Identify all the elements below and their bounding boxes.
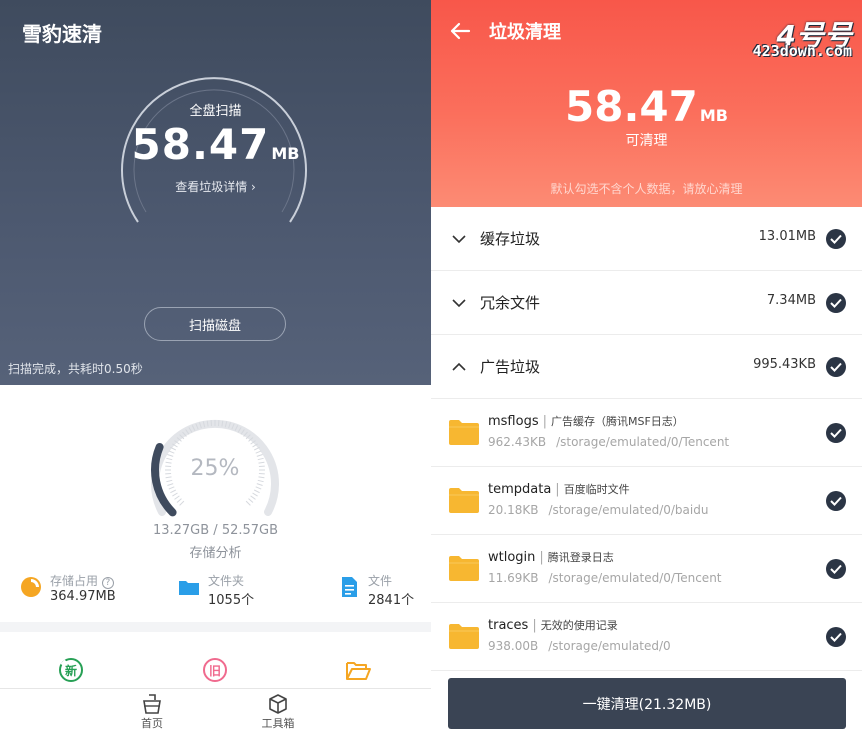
back-arrow-icon[interactable]: [449, 20, 471, 42]
item-meta: 962.43KB/storage/emulated/0/Tencent: [488, 435, 730, 449]
storage-usage: 13.27GB / 52.57GB: [152, 523, 279, 538]
gauge-tick: [245, 500, 251, 506]
scan-header: 雪豹速清 全盘扫描 58.47 MB 查看垃圾详情 › 扫描磁盘 扫描完成，共耗时…: [0, 0, 431, 385]
chevron-up-icon: [452, 362, 466, 371]
item-meta: 20.18KB/storage/emulated/0/baidu: [488, 503, 709, 517]
category-size: 13.01MB: [758, 229, 816, 244]
folder-icon: [449, 624, 479, 649]
stat-value: 2841个: [368, 593, 415, 608]
gauge-tick: [252, 492, 258, 497]
gauge-tick: [168, 450, 175, 454]
scan-label: 全盘扫描: [189, 104, 242, 119]
item-meta: 11.69KB/storage/emulated/0/Tencent: [488, 571, 722, 585]
list-item[interactable]: wtlogin | 腾讯登录日志 11.69KB/storage/emulated/…: [431, 535, 862, 603]
list-item[interactable]: traces | 无效的使用记录 938.00B/storage/emulated/…: [431, 603, 862, 671]
folder-icon: [449, 556, 479, 581]
nav-home[interactable]: 首页: [122, 693, 182, 729]
category-name: 缓存垃圾: [480, 230, 541, 248]
gauge-tick: [255, 486, 262, 490]
cube-icon: [269, 694, 287, 714]
app-title: 雪豹速清: [22, 22, 102, 46]
stat-value: 1055个: [208, 593, 255, 608]
open-folder-icon[interactable]: [344, 656, 372, 684]
category-size: 995.43KB: [753, 357, 816, 372]
gauge-tick: [256, 483, 263, 486]
junk-header: 垃圾清理 4号号 423down.com 58.47 MB 可清理 默认勾选不含个…: [431, 0, 862, 207]
folder-icon: [449, 420, 479, 445]
gauge-tick: [172, 492, 178, 497]
nav-label: 工具箱: [261, 717, 295, 729]
list-item[interactable]: tempdata | 百度临时文件 20.18KB/storage/emulated…: [431, 467, 862, 535]
bottom-nav: 首页 工具箱: [0, 688, 431, 729]
category-cache-junk[interactable]: 缓存垃圾 13.01MB: [431, 207, 862, 271]
checkbox-checked[interactable]: [826, 559, 846, 579]
stat-label: 文件夹: [208, 574, 245, 588]
category-redundant-files[interactable]: 冗余文件 7.34MB: [431, 271, 862, 335]
chevron-down-icon: [452, 299, 466, 308]
pie-chart-icon: [21, 577, 41, 597]
gauge-tick: [248, 498, 254, 503]
checkbox-checked[interactable]: [826, 627, 846, 647]
scan-disk-button[interactable]: 扫描磁盘: [144, 307, 286, 341]
svg-text:新: 新: [65, 663, 77, 678]
cleanable-caption: 可清理: [625, 133, 668, 149]
watermark-url: 423down.com: [752, 42, 852, 60]
checkbox-checked[interactable]: [826, 491, 846, 511]
checkbox-checked[interactable]: [826, 423, 846, 443]
storage-analysis-label[interactable]: 存储分析: [0, 542, 431, 561]
list-item[interactable]: msflogs | 广告缓存（腾讯MSF日志） 962.43KB/storage/e…: [431, 399, 862, 467]
gauge-tick: [167, 483, 174, 486]
svg-text:旧: 旧: [209, 664, 221, 678]
page-title: 垃圾清理: [489, 22, 561, 43]
scan-status-text: 扫描完成，共耗时0.50秒: [8, 362, 143, 376]
one-click-clean-button[interactable]: 一键清理(21.32MB): [448, 678, 846, 729]
item-name: traces | 无效的使用记录: [488, 618, 618, 633]
nav-toolbox[interactable]: 工具箱: [248, 693, 308, 729]
folder-icon: [179, 581, 199, 595]
junk-clean-screen: 垃圾清理 4号号 423down.com 58.47 MB 可清理 默认勾选不含个…: [431, 0, 862, 729]
stat-label: 文件: [368, 574, 393, 588]
item-name: wtlogin | 腾讯登录日志: [488, 550, 614, 565]
gauge-tick: [168, 486, 175, 490]
category-name: 冗余文件: [480, 294, 541, 312]
checkbox-checked[interactable]: [826, 357, 846, 377]
stat-label: 存储占用 ?: [50, 572, 114, 589]
stat-value: 364.97MB: [50, 589, 116, 604]
scan-size-unit: MB: [271, 144, 300, 163]
broom-basket-icon: [143, 694, 161, 714]
home-screen: 雪豹速清 全盘扫描 58.47 MB 查看垃圾详情 › 扫描磁盘 扫描完成，共耗时…: [0, 0, 431, 729]
help-icon[interactable]: ?: [101, 577, 114, 589]
category-name: 广告垃圾: [480, 358, 541, 376]
gauge-tick: [176, 498, 182, 503]
storage-percent: 25%: [190, 456, 240, 481]
document-icon: [342, 577, 357, 597]
gauge-tick: [250, 495, 256, 500]
category-size: 7.34MB: [766, 293, 816, 308]
item-name: msflogs | 广告缓存（腾讯MSF日志）: [488, 414, 684, 429]
category-ad-junk[interactable]: 广告垃圾 995.43KB: [431, 335, 862, 399]
gauge-tick: [253, 489, 260, 494]
chevron-down-icon: [452, 235, 466, 244]
old-badge-icon[interactable]: 旧: [201, 656, 229, 684]
folder-icon: [449, 488, 479, 513]
checkbox-checked[interactable]: [826, 229, 846, 249]
item-name: tempdata | 百度临时文件: [488, 482, 630, 497]
new-badge-icon[interactable]: 新: [57, 656, 85, 684]
gauge-tick: [179, 500, 185, 506]
section-divider: [0, 622, 431, 632]
checkbox-checked[interactable]: [826, 293, 846, 313]
gauge-tick: [170, 489, 177, 494]
cleanable-size-unit: MB: [699, 106, 728, 125]
app-root: 雪豹速清 全盘扫描 58.47 MB 查看垃圾详情 › 扫描磁盘 扫描完成，共耗时…: [0, 0, 862, 729]
gauge-tick: [174, 495, 180, 500]
scan-size-value: 58.47: [131, 120, 270, 169]
cleanable-size-value: 58.47: [565, 82, 698, 131]
item-meta: 938.00B/storage/emulated/0: [488, 639, 671, 653]
nav-label: 首页: [141, 717, 163, 729]
scan-size: 58.47 MB: [0, 120, 431, 169]
gauge-tick: [255, 450, 262, 454]
cleanable-size: 58.47 MB: [431, 82, 862, 131]
view-junk-details-link[interactable]: 查看垃圾详情 ›: [0, 178, 431, 195]
selection-note: 默认勾选不含个人数据，请放心清理: [550, 182, 743, 196]
